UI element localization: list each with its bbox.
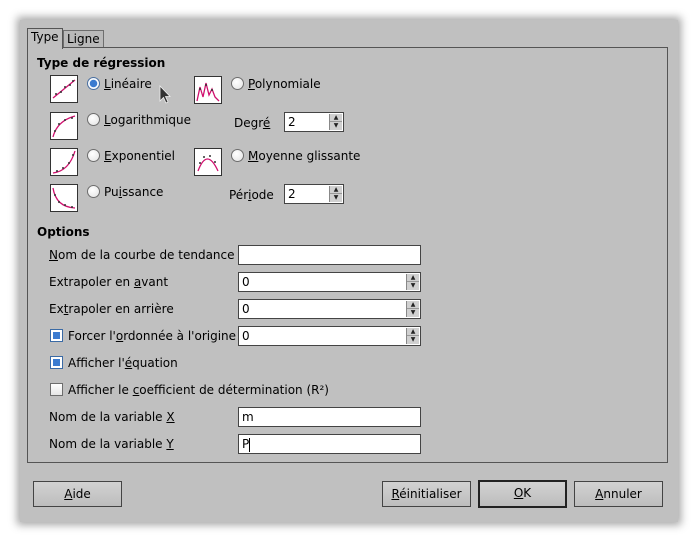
- period-label: Période: [229, 188, 274, 202]
- linear-label[interactable]: Linéaire: [104, 77, 152, 91]
- extrapolate-backward-down-arrow-icon[interactable]: ▼: [407, 309, 419, 317]
- exponential-radio[interactable]: [87, 149, 100, 162]
- force-intercept-label[interactable]: Forcer l'ordonnée à l'origine: [68, 329, 236, 343]
- show-equation-label[interactable]: Afficher l'équation: [68, 356, 178, 370]
- degree-spinbox[interactable]: 2 ▲ ▼: [284, 112, 344, 132]
- degree-up-arrow-icon[interactable]: ▲: [330, 114, 342, 122]
- period-spinbox[interactable]: 2 ▲ ▼: [284, 184, 344, 204]
- linear-thumbnail-icon: [50, 75, 78, 103]
- show-equation-checkbox[interactable]: [50, 356, 63, 369]
- extrapolate-backward-label: Extrapoler en arrière: [49, 302, 174, 316]
- reset-button[interactable]: Réinitialiser: [382, 481, 471, 507]
- cancel-button[interactable]: Annuler: [574, 481, 663, 507]
- linear-radio[interactable]: [87, 77, 100, 90]
- text-caret: [249, 438, 250, 452]
- polynomial-radio[interactable]: [231, 77, 244, 90]
- tab-ligne[interactable]: Ligne: [63, 30, 104, 48]
- extrapolate-forward-label: Extrapoler en avant: [49, 275, 169, 289]
- extrapolate-forward-spinbox[interactable]: 0 ▲ ▼: [238, 272, 421, 292]
- help-button[interactable]: Aide: [33, 481, 122, 507]
- extrapolate-forward-up-arrow-icon[interactable]: ▲: [407, 274, 419, 282]
- intercept-down-arrow-icon[interactable]: ▼: [407, 336, 419, 344]
- exponential-thumbnail-icon: [50, 148, 78, 176]
- ok-button[interactable]: OK: [478, 480, 567, 508]
- show-r2-checkbox[interactable]: [50, 383, 63, 396]
- logarithmic-label[interactable]: Logarithmique: [104, 113, 191, 127]
- power-radio[interactable]: [87, 185, 100, 198]
- force-intercept-checkbox[interactable]: [50, 329, 63, 342]
- power-thumbnail-icon: [50, 184, 78, 212]
- logarithmic-thumbnail-icon: [50, 112, 78, 140]
- degree-down-arrow-icon[interactable]: ▼: [330, 122, 342, 130]
- period-down-arrow-icon[interactable]: ▼: [330, 194, 342, 202]
- moving-average-radio[interactable]: [231, 149, 244, 162]
- regression-section-title: Type de régression: [37, 56, 166, 70]
- variable-y-label: Nom de la variable Y: [49, 437, 174, 451]
- polynomial-label[interactable]: Polynomiale: [248, 77, 321, 91]
- mouse-pointer-icon: [159, 85, 173, 108]
- show-r2-label[interactable]: Afficher le coefficient de détermination…: [68, 383, 329, 397]
- moving-average-label[interactable]: Moyenne glissante: [248, 149, 360, 163]
- trendline-name-label: Nom de la courbe de tendance: [49, 248, 235, 262]
- extrapolate-forward-down-arrow-icon[interactable]: ▼: [407, 282, 419, 290]
- options-section-title: Options: [37, 225, 90, 239]
- period-up-arrow-icon[interactable]: ▲: [330, 186, 342, 194]
- extrapolate-backward-spinbox[interactable]: 0 ▲ ▼: [238, 299, 421, 319]
- variable-x-input[interactable]: m: [238, 407, 421, 427]
- trendline-name-input[interactable]: [238, 245, 421, 265]
- degree-label: Degré: [234, 116, 271, 130]
- intercept-spinbox[interactable]: 0 ▲ ▼: [238, 326, 421, 346]
- tab-type[interactable]: Type: [27, 28, 63, 49]
- polynomial-thumbnail-icon: [194, 76, 222, 104]
- variable-y-input[interactable]: P: [238, 434, 421, 454]
- moving-average-thumbnail-icon: [194, 148, 222, 176]
- extrapolate-backward-up-arrow-icon[interactable]: ▲: [407, 301, 419, 309]
- intercept-up-arrow-icon[interactable]: ▲: [407, 328, 419, 336]
- logarithmic-radio[interactable]: [87, 113, 100, 126]
- power-label[interactable]: Puissance: [104, 185, 163, 199]
- trendline-dialog: Type Ligne Type de régression Linéaire L…: [20, 20, 678, 522]
- exponential-label[interactable]: Exponentiel: [104, 149, 175, 163]
- variable-x-label: Nom de la variable X: [49, 410, 175, 424]
